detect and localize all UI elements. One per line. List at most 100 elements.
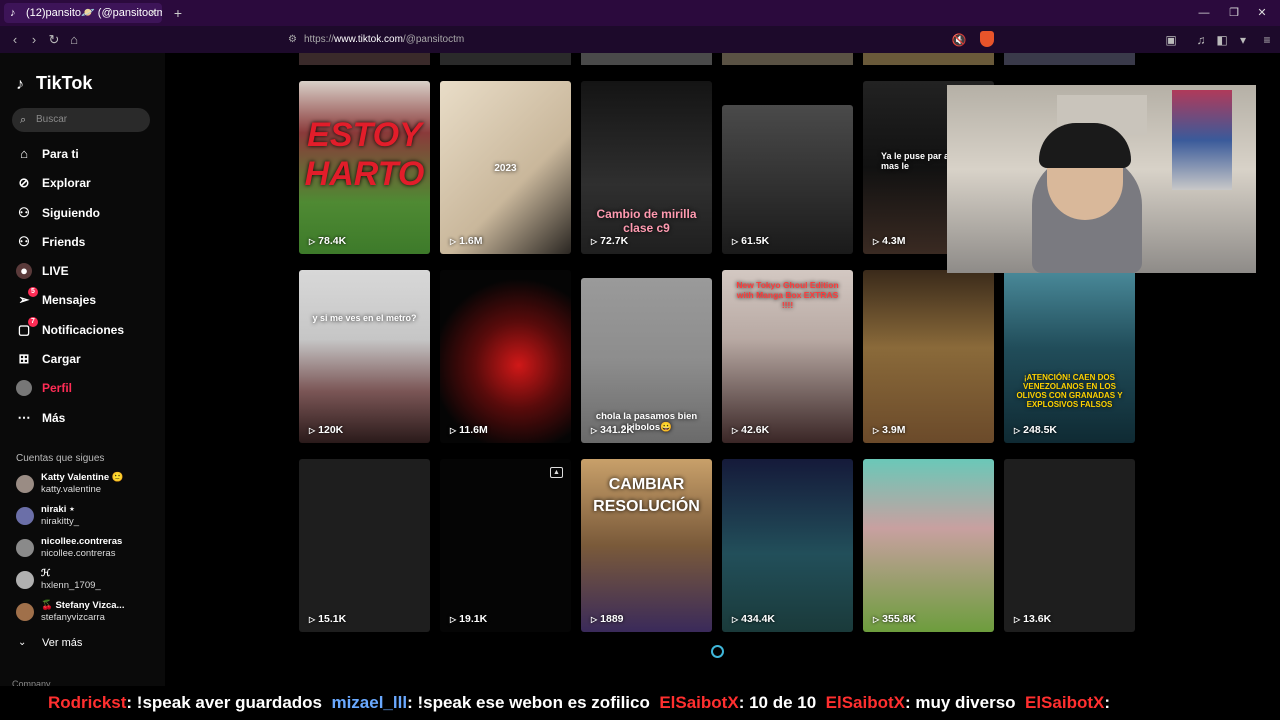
view-count: 13.6K <box>1023 613 1052 625</box>
view-count: 11.6M <box>459 424 488 436</box>
view-count: 3.9M <box>882 424 906 436</box>
stream-chat-overlay: Rodrickst: !speak aver guardados mizael_… <box>0 686 1280 720</box>
see-more-button[interactable]: ⌄ Ver más <box>16 636 82 650</box>
video-card[interactable]: ESTOY HARTO ▷ 78.4K <box>299 81 430 254</box>
avatar <box>16 380 32 396</box>
video-thumbnail-partial[interactable] <box>722 53 853 65</box>
chat-username: Rodrickst <box>48 693 127 712</box>
view-count: 42.6K <box>741 424 770 436</box>
video-card[interactable]: ▷ 3.9M <box>863 270 994 443</box>
sidebar-item-live[interactable]: ● LIVE <box>16 261 69 281</box>
avatar <box>16 571 34 589</box>
video-card[interactable]: ▲ ▷ 19.1K <box>440 459 571 632</box>
chat-username: mizael_lll <box>331 693 408 712</box>
sidebar-item-notificaciones[interactable]: ▢ 7 Notificaciones <box>16 317 124 340</box>
video-thumbnail-partial[interactable] <box>440 53 571 65</box>
view-count: 1.6M <box>459 235 483 247</box>
webcam-overlay <box>947 85 1256 273</box>
wall-posters <box>1172 90 1232 190</box>
home-icon: ⌂ <box>20 146 28 161</box>
sidebar-item-mas[interactable]: ⋯ Más <box>16 408 66 428</box>
tiktok-favicon-icon: ♪ <box>10 7 16 19</box>
sidebar-item-explorar[interactable]: ⊘ Explorar <box>16 173 91 193</box>
play-icon: ▷ <box>732 615 739 624</box>
play-icon: ▷ <box>732 426 739 435</box>
live-icon: ● <box>16 263 32 279</box>
chat-username: ElSaibotX <box>825 693 905 712</box>
chat-message: : muy diverso <box>905 693 1016 712</box>
brave-shield-icon[interactable] <box>980 31 994 47</box>
tab-title: (12)pansito🪐 (@pansitoctm) | <box>26 7 162 19</box>
chat-username: ElSaibotX <box>659 693 739 712</box>
play-icon: ▷ <box>309 426 316 435</box>
search-input[interactable]: ⌕ Buscar <box>12 108 150 132</box>
home-page-icon[interactable]: ⌂ <box>65 31 83 49</box>
back-icon[interactable]: ‹ <box>6 31 24 49</box>
image-icon: ▲ <box>550 467 563 478</box>
sidebar: ♪ TikTok ⌕ Buscar ⌂ Para ti ⊘ Explorar ⚇ Sig… <box>0 53 165 720</box>
sidebar-item-cargar[interactable]: ⊞ Cargar <box>16 349 81 369</box>
video-thumbnail-partial[interactable] <box>581 53 712 65</box>
search-placeholder: Buscar <box>36 114 68 125</box>
video-card[interactable]: New Tokyo Ghoul Edition with Manga Box E… <box>722 270 853 443</box>
video-card[interactable]: ▷ 11.6M <box>440 270 571 443</box>
video-card[interactable]: ▷ 355.8K <box>863 459 994 632</box>
mute-icon[interactable]: 🔇 <box>950 31 968 49</box>
view-count: 78.4K <box>318 235 347 247</box>
view-count: 72.7K <box>600 235 629 247</box>
loading-spinner-icon <box>711 645 724 658</box>
play-icon: ▷ <box>450 237 457 246</box>
restore-icon[interactable]: ❐ <box>1225 4 1243 22</box>
video-thumbnail-partial[interactable] <box>299 53 430 65</box>
play-icon: ▷ <box>450 615 457 624</box>
address-bar[interactable]: ⚙ https://www.tiktok.com/@pansitoctm <box>286 30 1006 50</box>
vpn-icon[interactable]: ▾ <box>1234 31 1252 49</box>
tiktok-logo[interactable]: ♪ TikTok <box>16 73 92 94</box>
video-card[interactable]: ▷ 434.4K <box>722 459 853 632</box>
site-info-icon[interactable]: ⚙ <box>288 30 297 50</box>
view-count: 61.5K <box>741 235 770 247</box>
chat-message: : !speak ese webon es zofilico <box>407 693 650 712</box>
sidebar-toggle-icon[interactable]: ◧ <box>1213 31 1231 49</box>
video-card[interactable]: CAMBIAR RESOLUCIÓN ▷ 1889 <box>581 459 712 632</box>
video-thumbnail-partial[interactable] <box>1004 53 1135 65</box>
forward-icon[interactable]: › <box>25 31 43 49</box>
avatar <box>16 539 34 557</box>
play-icon: ▷ <box>309 237 316 246</box>
minimize-icon[interactable]: — <box>1195 4 1213 22</box>
video-card[interactable]: ▷ 13.6K <box>1004 459 1135 632</box>
tiktok-note-icon: ♪ <box>16 76 24 93</box>
avatar <box>16 475 34 493</box>
browser-tab[interactable]: ♪ (12)pansito🪐 (@pansitoctm) | × <box>4 3 162 23</box>
music-icon[interactable]: ♫ <box>1192 31 1210 49</box>
play-icon: ▷ <box>450 426 457 435</box>
video-card[interactable]: Cambio de mirilla clase c9 ▷ 72.7K <box>581 81 712 254</box>
chat-message: : <box>1104 693 1111 712</box>
video-card[interactable]: ▷ 61.5K <box>722 105 853 254</box>
play-icon: ▷ <box>591 615 598 624</box>
url-path: /@pansitoctm <box>402 34 465 45</box>
reload-icon[interactable]: ↻ <box>45 31 63 49</box>
menu-icon[interactable]: ≡ <box>1258 31 1276 49</box>
play-icon: ▷ <box>591 237 598 246</box>
view-count: 341.2K <box>600 424 635 436</box>
new-tab-button[interactable]: + <box>170 3 186 23</box>
tab-close-icon[interactable]: × <box>150 3 156 23</box>
video-card[interactable]: chola la pasamos bien chibolos😀 ▷ 341.2K <box>581 278 712 443</box>
video-thumbnail-partial[interactable] <box>863 53 994 65</box>
sidebar-item-mensajes[interactable]: ➢ 5 Mensajes <box>16 287 96 310</box>
video-card[interactable]: ▷ 15.1K <box>299 459 430 632</box>
wallet-icon[interactable]: ▣ <box>1162 31 1180 49</box>
sidebar-item-siguiendo[interactable]: ⚇ Siguiendo <box>16 203 100 223</box>
upload-icon: ⊞ <box>18 351 30 366</box>
chevron-down-icon: ⌄ <box>18 637 27 648</box>
sidebar-item-perfil[interactable]: Perfil <box>16 378 72 398</box>
sidebar-item-friends[interactable]: ⚇ Friends <box>16 232 85 252</box>
video-card[interactable]: 2023 ▷ 1.6M <box>440 81 571 254</box>
close-window-icon[interactable]: ✕ <box>1253 4 1271 22</box>
video-card[interactable]: ¡ATENCIÓN! CAEN DOS VENEZOLANOS EN LOS O… <box>1004 270 1135 443</box>
video-card[interactable]: y si me ves en el metro? ▷ 120K <box>299 270 430 443</box>
view-count: 248.5K <box>1023 424 1058 436</box>
sidebar-item-para-ti[interactable]: ⌂ Para ti <box>16 144 79 164</box>
notifications-badge: 7 <box>28 317 38 327</box>
